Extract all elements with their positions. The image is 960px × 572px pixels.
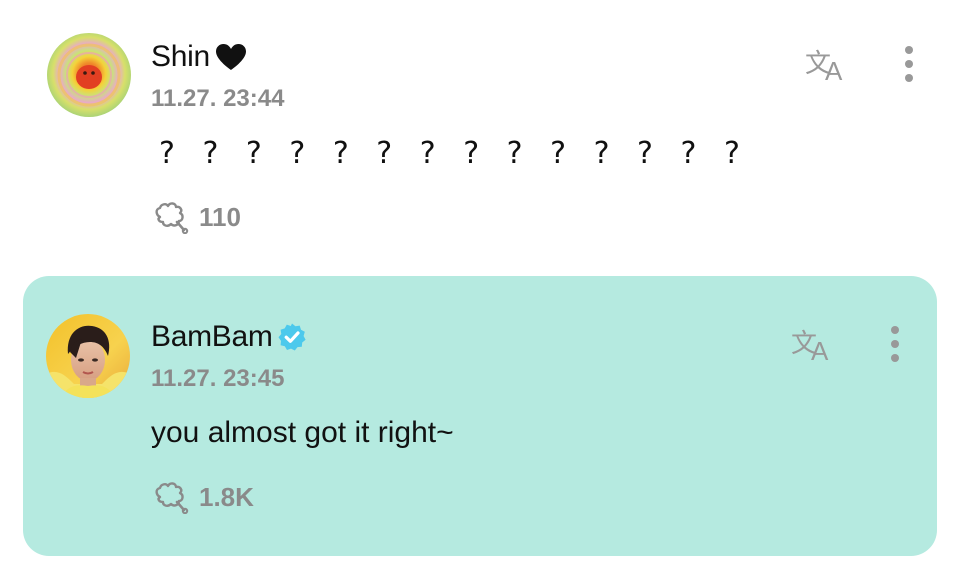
translate-button[interactable]: 文 A [802,42,852,86]
author-name[interactable]: Shin [151,40,210,74]
more-options-button[interactable] [885,322,905,366]
like-count: 110 [199,201,241,232]
author-row: Shin [151,40,248,74]
comment-timestamp: 11.27. 23:44 [151,85,285,112]
avatar[interactable] [46,314,130,398]
reaction-icon [155,482,189,514]
comment-card: Shin 11.27. 23:44 ? ? ? ? ? ? ? ? ? ? ? … [0,0,960,270]
like-button[interactable]: 1.8K [151,480,254,514]
verified-badge-icon [278,323,306,351]
more-vertical-icon [905,74,913,82]
translate-button[interactable]: 文 A [788,322,838,366]
more-vertical-icon [891,326,899,334]
highlighted-comment-card: BamBam 11.27. 23:45 you almost got it ri… [23,276,937,556]
comment-text: ? ? ? ? ? ? ? ? ? ? ? ? ? ? [159,136,749,171]
more-vertical-icon [905,46,913,54]
translate-icon: 文 A [791,329,829,366]
svg-text:A: A [825,56,843,86]
comment-text: you almost got it right~ [151,416,454,449]
svg-text:A: A [811,336,829,366]
black-heart-icon [215,44,246,70]
more-vertical-icon [891,340,899,348]
like-count: 1.8K [199,481,254,512]
avatar[interactable] [47,33,131,117]
more-options-button[interactable] [899,42,919,86]
comment-timestamp: 11.27. 23:45 [151,365,285,392]
more-vertical-icon [905,60,913,68]
author-name[interactable]: BamBam [151,320,273,354]
translate-icon: 文 A [805,49,843,86]
author-row: BamBam [151,320,307,354]
like-button[interactable]: 110 [151,200,241,234]
more-vertical-icon [891,354,899,362]
reaction-icon [155,202,189,234]
